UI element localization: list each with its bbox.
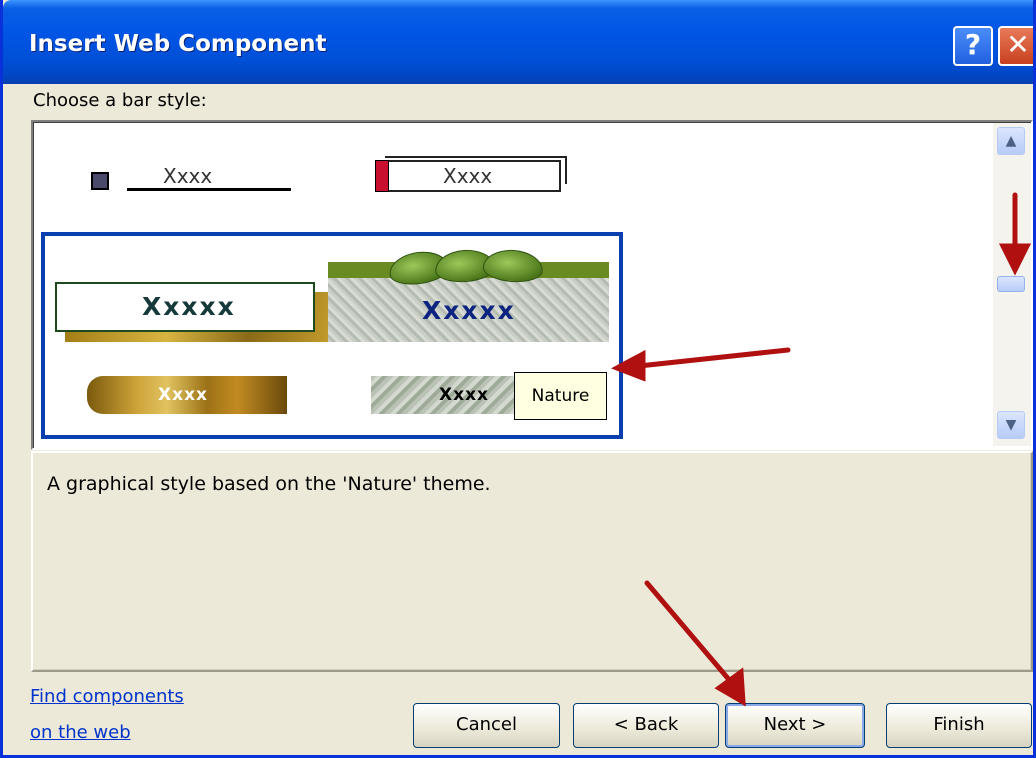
selected-style-group: [41, 232, 623, 439]
style-description: A graphical style based on the 'Nature' …: [47, 473, 491, 495]
find-components-link[interactable]: Find components: [30, 686, 184, 707]
gallery-scrollbar[interactable]: ▲ ▼: [993, 123, 1031, 446]
bar-style-1-underline: [127, 188, 291, 191]
finish-button[interactable]: Finish: [886, 703, 1032, 748]
help-button[interactable]: ?: [953, 26, 993, 66]
dialog-window: Insert Web Component ? ✕ Choose a bar st…: [0, 0, 1036, 758]
title-bar[interactable]: Insert Web Component ? ✕: [3, 0, 1033, 84]
bar-style-2-tab: [375, 160, 389, 192]
bar-style-1-icon[interactable]: [91, 172, 109, 190]
bar-style-1-text[interactable]: Xxxx: [163, 164, 212, 188]
scroll-up-button[interactable]: ▲: [997, 127, 1025, 155]
cancel-button[interactable]: Cancel: [413, 703, 560, 748]
find-components-link-line2[interactable]: on the web: [30, 722, 131, 743]
next-button[interactable]: Next >: [725, 703, 865, 748]
close-button[interactable]: ✕: [998, 26, 1033, 66]
scroll-thumb[interactable]: [997, 276, 1025, 292]
window-title: Insert Web Component: [29, 31, 327, 57]
back-button[interactable]: < Back: [573, 703, 719, 748]
bar-style-label: Choose a bar style:: [33, 90, 207, 111]
bar-style-2-text[interactable]: Xxxx: [443, 164, 492, 188]
next-arrowhead: [714, 667, 746, 707]
scroll-down-button[interactable]: ▼: [997, 411, 1025, 439]
